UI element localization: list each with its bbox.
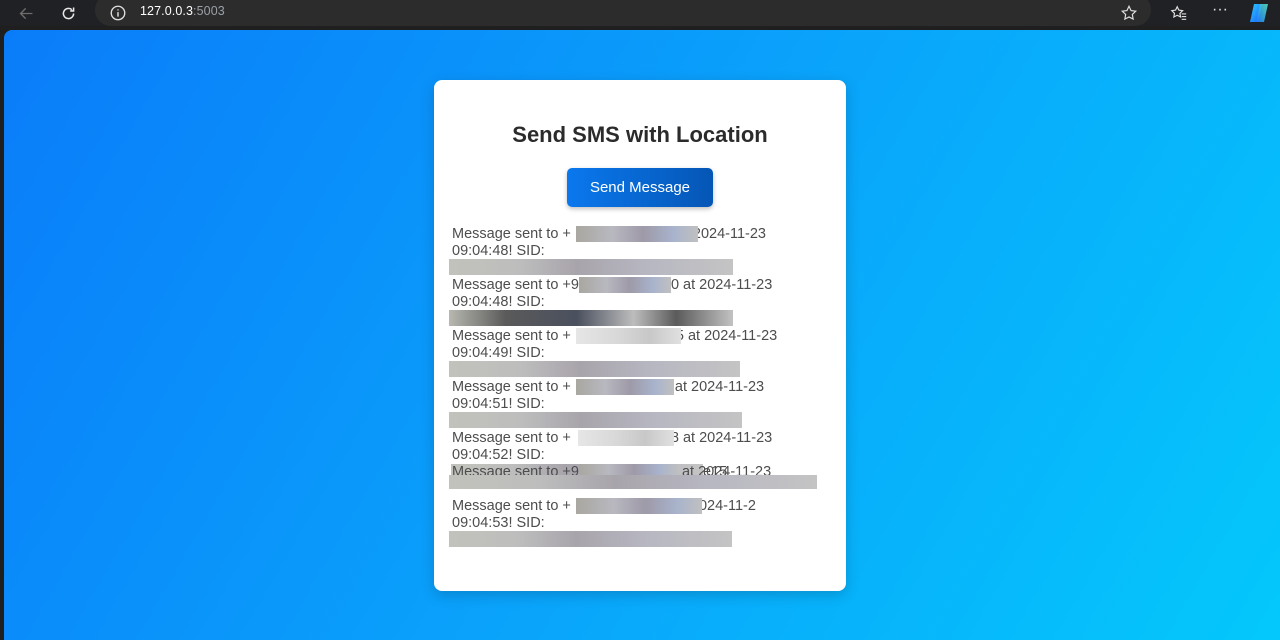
site-info-icon[interactable]	[109, 4, 127, 22]
redacted-phone	[578, 430, 674, 446]
copilot-icon[interactable]	[1247, 1, 1271, 25]
log-entry: Message sent to + 8 at 2024-11-23 09:04:5…	[451, 430, 792, 480]
url-host: 127.0.0.3	[140, 4, 194, 18]
more-options-icon[interactable]: ···	[1210, 2, 1230, 22]
log-entry-date: 0 at 2024-11-23	[670, 277, 773, 293]
address-bar[interactable]: 127.0.0.3:5003	[95, 0, 1151, 26]
log-entry: Message sent to + at 2024-11-23 09:04:51!…	[449, 379, 792, 430]
log-entry-time: 09:04:53! SID:	[452, 515, 545, 531]
redacted-phone	[576, 328, 681, 344]
log-entry-time: 09:04:51! SID:	[452, 396, 545, 412]
log-entry-prefix: Message sent to +	[452, 226, 571, 242]
log-entry: Message sent to +9 0 at 2024-11-23 09:04:…	[449, 277, 792, 328]
log-entry-prefix: Message sent to +	[452, 328, 571, 344]
page-viewport: Send SMS with Location Send Message Mess…	[4, 30, 1280, 640]
redacted-sid	[449, 475, 817, 489]
redacted-sid	[449, 259, 733, 275]
redacted-sid	[449, 531, 732, 547]
log-entry-prefix: Message sent to +	[452, 379, 571, 395]
back-arrow-icon[interactable]	[13, 0, 39, 26]
browser-toolbar: 127.0.0.3:5003 ···	[0, 0, 1280, 26]
redacted-phone	[579, 277, 671, 293]
redacted-phone	[576, 226, 698, 242]
log-entry-time: 09:04:52! SID:	[452, 447, 545, 463]
send-message-button[interactable]: Send Message	[567, 168, 713, 207]
url-port: :5003	[193, 4, 225, 18]
favorites-list-icon[interactable]	[1170, 4, 1188, 22]
redacted-phone	[576, 379, 674, 395]
log-entry-date: 5 at 2024-11-23	[675, 328, 778, 344]
reload-icon[interactable]	[55, 0, 81, 26]
log-entry-date: 8 at 2024-11-23	[670, 430, 773, 446]
redacted-sid	[449, 361, 740, 377]
log-entry: Message sent to +2024-11-2 09:04:53! SID…	[449, 498, 792, 549]
message-log: Message sent to + 2024-11-23 09:04:48! SI…	[449, 226, 817, 549]
log-entry-prefix: Message sent to +9	[452, 277, 579, 293]
log-entry-time: 09:04:49! SID:	[452, 345, 545, 361]
log-entry-prefix: Message sent to +	[452, 430, 571, 446]
log-entry: Message sent to +9 at 2024-11-23	[449, 464, 817, 498]
sms-card: Send SMS with Location Send Message Mess…	[434, 80, 846, 591]
log-entry-date: at 2024-11-23	[674, 379, 765, 395]
redacted-phone	[576, 498, 702, 514]
log-entry: Message sent to + 5 at 2024-11-23 09:04:4…	[449, 328, 792, 379]
log-entry-time: 09:04:48! SID:	[452, 243, 545, 259]
page-title: Send SMS with Location	[512, 122, 768, 147]
log-entry-date: 2024-11-23	[692, 226, 766, 242]
log-entry-time: 09:04:48! SID:	[452, 294, 545, 310]
url-text[interactable]: 127.0.0.3:5003	[140, 4, 225, 18]
log-entry: Message sent to + 2024-11-23 09:04:48! SI…	[449, 226, 792, 277]
redacted-sid	[449, 412, 742, 428]
log-entry-prefix: Message sent to +	[452, 498, 571, 514]
favorite-star-icon[interactable]	[1120, 4, 1138, 22]
redacted-sid	[449, 310, 733, 326]
